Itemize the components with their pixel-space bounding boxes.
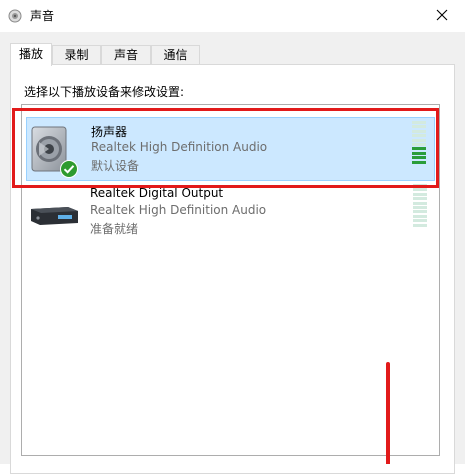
device-driver: Realtek High Definition Audio bbox=[91, 140, 268, 154]
volume-level-meter bbox=[412, 121, 426, 165]
level-segment bbox=[412, 125, 426, 129]
level-segment bbox=[413, 188, 427, 192]
sound-dialog: 声音 播放 录制 声音 通信 选择以下播放设备来修改设置: 扬声器 Realte… bbox=[0, 0, 465, 474]
tab-label: 录制 bbox=[64, 48, 89, 62]
level-segment bbox=[413, 197, 427, 201]
digital-output-device-icon bbox=[28, 187, 82, 241]
volume-level-meter bbox=[413, 184, 427, 228]
level-segment bbox=[412, 138, 426, 142]
level-segment bbox=[412, 143, 426, 146]
device-status: 准备就绪 bbox=[90, 222, 139, 236]
level-segment bbox=[412, 147, 426, 151]
tab-playback[interactable]: 播放 bbox=[10, 43, 52, 66]
level-segment bbox=[413, 214, 427, 218]
level-segment bbox=[413, 223, 427, 227]
level-segment bbox=[413, 219, 427, 223]
tab-communications[interactable]: 通信 bbox=[151, 45, 200, 65]
level-segment bbox=[412, 156, 426, 160]
close-icon bbox=[436, 9, 448, 24]
instruction-text: 选择以下播放设备来修改设置: bbox=[24, 85, 185, 99]
device-driver: Realtek High Definition Audio bbox=[90, 203, 267, 217]
level-segment bbox=[412, 129, 426, 133]
close-button[interactable] bbox=[419, 0, 465, 32]
level-segment bbox=[413, 210, 427, 214]
level-segment bbox=[412, 151, 426, 155]
device-item-digital-output[interactable]: Realtek Digital Output Realtek High Defi… bbox=[26, 181, 435, 245]
device-item-speakers[interactable]: 扬声器 Realtek High Definition Audio 默认设备 bbox=[26, 117, 435, 181]
level-segment bbox=[412, 134, 426, 138]
tab-recording[interactable]: 录制 bbox=[52, 45, 101, 65]
device-name: 扬声器 bbox=[91, 125, 128, 139]
tab-label: 播放 bbox=[18, 47, 43, 61]
default-check-icon bbox=[60, 160, 78, 178]
device-name: Realtek Digital Output bbox=[90, 186, 224, 200]
level-segment bbox=[413, 184, 427, 187]
level-segment bbox=[412, 121, 426, 124]
window-title: 声音 bbox=[30, 9, 55, 23]
level-segment bbox=[412, 160, 426, 164]
level-segment bbox=[413, 192, 427, 196]
playback-device-list[interactable]: 扬声器 Realtek High Definition Audio 默认设备 R… bbox=[21, 104, 440, 456]
tab-label: 通信 bbox=[163, 48, 188, 62]
device-status: 默认设备 bbox=[91, 159, 140, 173]
level-segment bbox=[413, 206, 427, 209]
tab-sounds[interactable]: 声音 bbox=[101, 45, 151, 65]
title-bar: 声音 bbox=[0, 0, 465, 32]
tab-label: 声音 bbox=[113, 48, 138, 62]
speaker-icon bbox=[8, 9, 22, 23]
level-segment bbox=[413, 201, 427, 205]
